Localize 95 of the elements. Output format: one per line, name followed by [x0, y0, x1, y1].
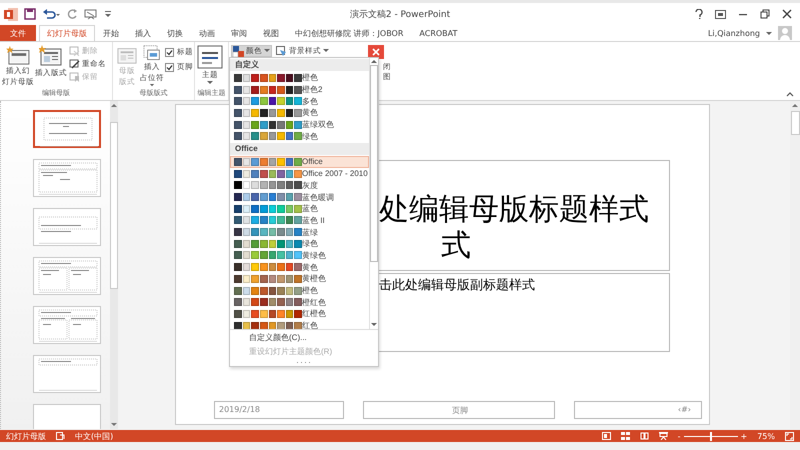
scroll-down-icon[interactable] [371, 322, 377, 327]
collapse-ribbon-icon[interactable] [786, 91, 794, 97]
ribbon-tab[interactable]: 幻灯片母版 [39, 25, 95, 41]
color-scheme-item[interactable]: 黄色 [230, 261, 369, 273]
layout-icon [115, 45, 139, 65]
color-scheme-item[interactable]: 多色 [230, 95, 369, 108]
rename-icon [69, 59, 80, 69]
ribbon-tab[interactable]: 视图 [255, 25, 287, 41]
theme-icon [197, 45, 223, 69]
scroll-up-icon[interactable] [792, 103, 798, 108]
color-scheme-item[interactable]: 黄橙色 [230, 273, 369, 285]
ribbon-tab[interactable]: 中幻创想研修院 讲师：JOBOR [287, 25, 412, 41]
notes-icon[interactable] [56, 432, 65, 440]
checkmark-icon [166, 48, 173, 56]
app-logo-icon [4, 8, 18, 20]
layout-icon [39, 45, 63, 67]
language-label[interactable]: 中文(中国) [75, 430, 114, 442]
file-tab[interactable]: 文件 [0, 25, 36, 41]
restore-icon[interactable] [760, 9, 770, 19]
color-scheme-item[interactable]: 绿色 [230, 130, 369, 142]
color-scheme-item[interactable]: 黄绿色 [230, 250, 369, 262]
ribbon-tab[interactable]: 动画 [191, 25, 223, 41]
color-scheme-item[interactable]: 蓝绿双色 [230, 118, 369, 130]
help-icon[interactable] [695, 9, 703, 19]
caret-icon [264, 49, 270, 53]
footer-text: 页脚 [452, 405, 468, 416]
slide-title: 式 [440, 228, 471, 264]
view-mode-label: 幻灯片母版 [6, 430, 46, 442]
menu-section-header: Office [230, 143, 369, 156]
slide-thumbnail[interactable] [33, 257, 101, 295]
scrollbar-thumb[interactable] [370, 65, 378, 262]
slideshow-icon[interactable] [658, 432, 668, 440]
slide-thumbnail[interactable] [33, 208, 101, 246]
slide-thumbnail[interactable] [33, 355, 101, 393]
menu-section-header: 自定义 [230, 59, 369, 71]
slide-thumbnail[interactable] [33, 110, 101, 148]
redo-icon[interactable] [66, 8, 78, 20]
scroll-down-icon[interactable] [111, 422, 117, 427]
reading-view-icon[interactable] [640, 432, 649, 440]
slide-thumbnail[interactable] [33, 159, 101, 197]
scrollbar-thumb[interactable] [110, 122, 118, 288]
caret-icon[interactable] [766, 30, 772, 36]
slide-title: 处编辑母版标题样式 [378, 192, 649, 228]
close-master-button[interactable] [368, 45, 384, 59]
color-scheme-item[interactable]: 橙色 [230, 72, 369, 84]
window-title: 演示文稿2 - PowerPoint [350, 10, 450, 20]
scroll-up-icon[interactable] [111, 103, 117, 108]
scrollbar-thumb[interactable] [790, 111, 800, 135]
footer-date: 2019/2/18 [219, 405, 260, 414]
customize-caret-icon[interactable] [104, 8, 112, 20]
account-name[interactable]: Li,Qianzhong [708, 28, 760, 38]
color-scheme-item[interactable]: 灰度 [230, 180, 369, 192]
delete-icon [69, 46, 80, 56]
thumbnail-scrollbar[interactable] [110, 101, 118, 429]
color-scheme-item[interactable]: 橙红色 [230, 296, 369, 308]
slide-thumbnail[interactable] [33, 306, 101, 344]
color-scheme-item[interactable]: 蓝色暖调 [230, 191, 369, 203]
ribbon-tab[interactable]: ACROBAT [411, 25, 466, 41]
color-scheme-item[interactable]: 蓝绿 [230, 226, 369, 238]
checkmark-icon [166, 64, 173, 70]
undo-icon[interactable] [42, 8, 60, 20]
ribbon-tab[interactable]: 插入 [127, 25, 159, 41]
caret-icon [323, 49, 329, 53]
color-scheme-item[interactable]: Office [230, 156, 369, 168]
menu-scrollbar[interactable] [369, 58, 378, 329]
menu-command[interactable]: 自定义颜色(C)... [230, 329, 378, 344]
checkbox[interactable] [165, 62, 174, 72]
zoom-level[interactable]: 75% [757, 432, 775, 440]
color-scheme-item[interactable]: 红色 [230, 320, 369, 329]
color-scheme-item[interactable]: Office 2007 - 2010 [230, 168, 369, 180]
fit-to-window-icon[interactable] [785, 432, 794, 440]
color-scheme-item[interactable]: 蓝色 II [230, 214, 369, 226]
save-icon[interactable] [24, 8, 36, 20]
slide-master-icon [5, 45, 31, 65]
slider-thumb[interactable] [710, 432, 712, 440]
color-scheme-item[interactable]: 绿色 [230, 238, 369, 250]
color-scheme-item[interactable]: 红橙色 [230, 308, 369, 320]
normal-view-icon[interactable] [602, 432, 611, 440]
color-scheme-item[interactable]: 蓝色 [230, 202, 369, 215]
ribbon-tab[interactable]: 审阅 [223, 25, 255, 41]
color-scheme-item[interactable]: 橙色 [230, 284, 369, 296]
color-scheme-item[interactable]: 橙色2 [230, 84, 369, 96]
ribbon-tab[interactable]: 切换 [159, 25, 191, 41]
close-icon[interactable] [782, 9, 792, 19]
zoom-in-button[interactable]: + [740, 432, 748, 440]
zoom-out-button[interactable]: - [678, 432, 681, 440]
checkbox[interactable] [165, 48, 174, 56]
slide-sorter-icon[interactable] [620, 432, 630, 440]
ribbon-tab[interactable]: 开始 [95, 25, 127, 41]
ribbon-display-icon[interactable] [715, 10, 726, 18]
page-number: ‹#› [678, 405, 691, 414]
pin-icon [69, 72, 80, 82]
presenter-icon[interactable] [84, 8, 98, 20]
slide-subtitle: 击此处编辑母版副标题样式 [379, 277, 535, 294]
color-scheme-item[interactable]: 黄色 [230, 107, 369, 119]
